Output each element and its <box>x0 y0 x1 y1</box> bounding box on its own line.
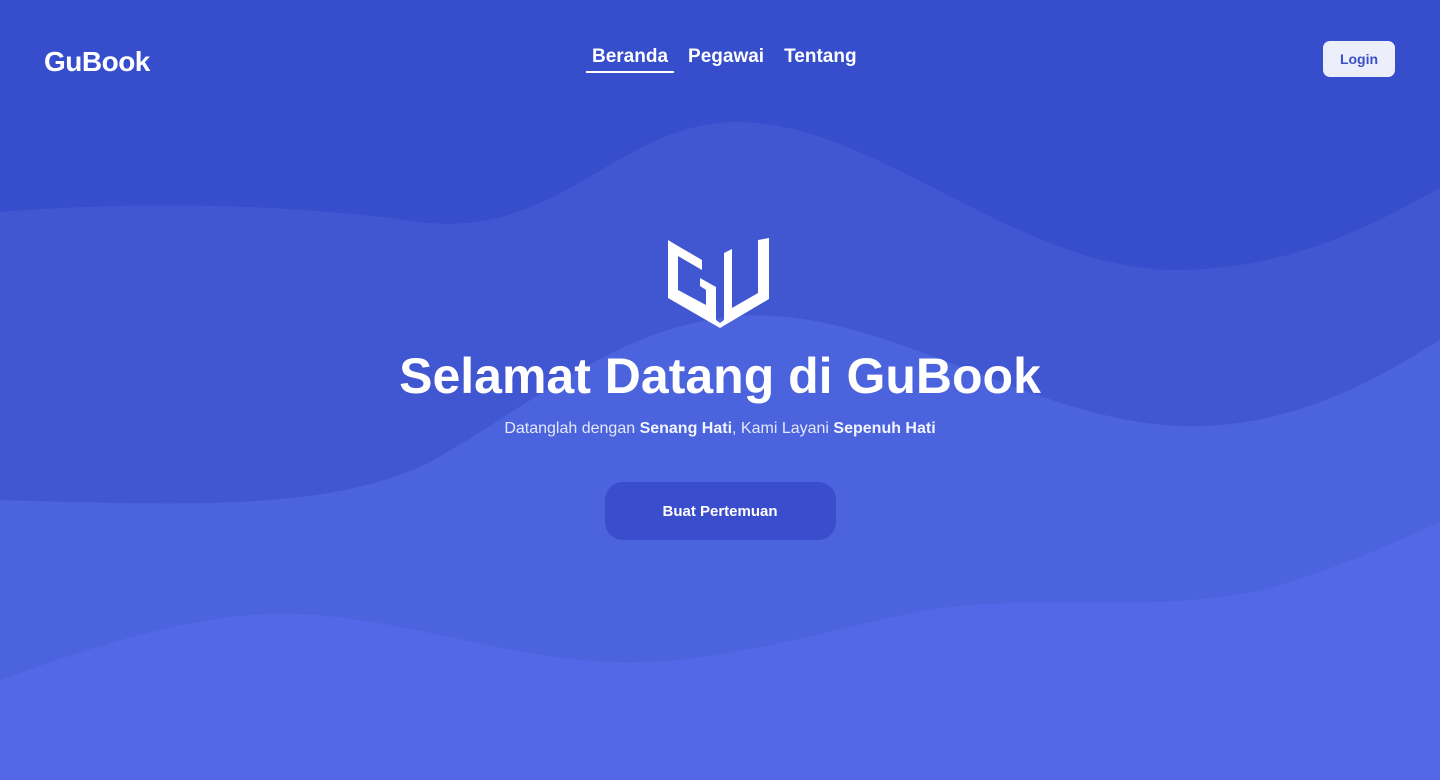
open-book-gu-logo-icon <box>668 238 769 328</box>
hero-subtitle: Datanglah dengan Senang Hati, Kami Layan… <box>0 420 1440 438</box>
nav-link-tentang[interactable]: Tentang <box>778 44 862 73</box>
nav-link-beranda[interactable]: Beranda <box>586 44 675 73</box>
hero-section: Selamat Datang di GuBook Datanglah denga… <box>0 238 1440 540</box>
subtitle-text-2: , Kami Layani <box>732 420 834 437</box>
hero-title: Selamat Datang di GuBook <box>399 348 1041 404</box>
buat-pertemuan-button[interactable]: Buat Pertemuan <box>604 482 836 540</box>
top-navbar: GuBook Beranda Pegawai Tentang Login <box>0 0 1440 120</box>
subtitle-bold-2: Sepenuh Hati <box>833 420 936 437</box>
nav-link-pegawai[interactable]: Pegawai <box>682 44 770 73</box>
subtitle-text-1: Datanglah dengan <box>504 420 640 437</box>
brand-logo[interactable]: GuBook <box>44 46 150 78</box>
login-button[interactable]: Login <box>1323 41 1395 77</box>
subtitle-bold-1: Senang Hati <box>639 420 733 437</box>
nav-links: Beranda Pegawai Tentang <box>586 44 863 73</box>
